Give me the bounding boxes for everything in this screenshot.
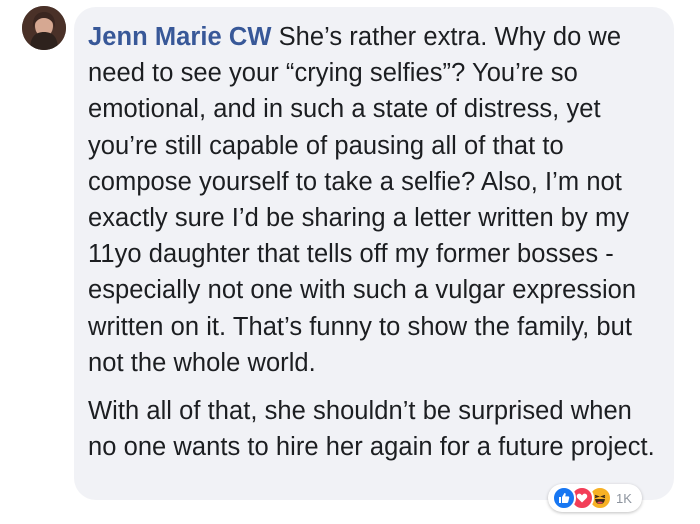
comment-body: Jenn Marie CW She’s rather extra. Why do… — [88, 19, 660, 381]
author-name[interactable]: Jenn Marie CW — [88, 23, 271, 51]
avatar[interactable] — [22, 6, 66, 50]
comment-paragraph-1: She’s rather extra. Why do we need to se… — [88, 23, 637, 377]
reaction-count: 1K — [616, 490, 632, 506]
comment-paragraph-2: With all of that, she shouldn’t be surpr… — [88, 397, 655, 462]
like-icon — [552, 486, 576, 510]
comment-bubble: Jenn Marie CW She’s rather extra. Why do… — [74, 7, 674, 500]
reactions-summary[interactable]: 1K — [548, 484, 642, 512]
comment-row: Jenn Marie CW She’s rather extra. Why do… — [0, 0, 700, 524]
